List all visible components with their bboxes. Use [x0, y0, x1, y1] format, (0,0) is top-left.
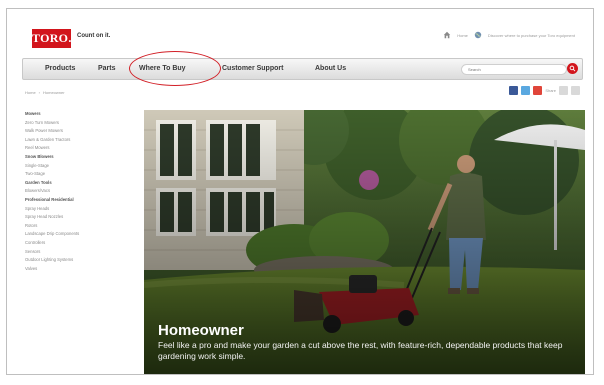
facebook-icon[interactable]: [509, 86, 519, 95]
hero-title: Homeowner: [158, 322, 244, 339]
sidebar-link[interactable]: Two-Stage: [25, 170, 137, 179]
sidebar-link[interactable]: Controllers: [25, 239, 137, 248]
nav-products[interactable]: Products: [45, 65, 75, 72]
breadcrumb: Home › Homeowner: [25, 90, 65, 95]
nav-customer-support[interactable]: Customer Support: [222, 65, 283, 72]
toro-logo[interactable]: TORO.: [32, 29, 71, 48]
home-icon[interactable]: [443, 31, 451, 39]
sidebar-link[interactable]: Lawn & Garden Tractors: [25, 136, 137, 145]
sidebar-nav: Mowers Zero Turn Mowers Walk Power Mowers L…: [25, 110, 137, 273]
email-icon[interactable]: [559, 86, 568, 95]
browser-page: TORO. Count on it. Home Discover where t…: [6, 8, 594, 375]
sidebar-link[interactable]: Landscape Drip Components: [25, 230, 137, 239]
sidebar-link[interactable]: Spray Head Nozzles: [25, 213, 137, 222]
hero-description: Feel like a pro and make your garden a c…: [158, 340, 563, 361]
brand-tagline: Count on it.: [77, 33, 111, 39]
print-icon[interactable]: [571, 86, 580, 95]
sidebar-link[interactable]: Sensors: [25, 248, 137, 257]
sidebar-link[interactable]: Reel Mowers: [25, 144, 137, 153]
breadcrumb-current: Homeowner: [43, 90, 65, 95]
home-link[interactable]: Home: [457, 33, 468, 38]
search-icon: [569, 65, 576, 72]
sidebar-link[interactable]: Walk Power Mowers: [25, 127, 137, 136]
hero-banner: Homeowner Feel like a pro and make your …: [144, 110, 585, 374]
breadcrumb-separator: ›: [38, 90, 41, 95]
addthis-icon[interactable]: [533, 86, 543, 95]
nav-where-to-buy[interactable]: Where To Buy: [139, 65, 186, 72]
sidebar-category[interactable]: Snow Blowers: [25, 153, 137, 162]
sidebar-link[interactable]: Spray Heads: [25, 205, 137, 214]
sidebar-category[interactable]: Garden Tools: [25, 179, 137, 188]
breadcrumb-home[interactable]: Home: [25, 90, 36, 95]
share-label[interactable]: Share: [545, 88, 556, 93]
twitter-icon[interactable]: [521, 86, 531, 95]
sidebar-link[interactable]: Single-Stage: [25, 162, 137, 171]
search-input[interactable]: [461, 64, 567, 75]
nav-about-us[interactable]: About Us: [315, 65, 346, 72]
sidebar-link[interactable]: Blowers/Vacs: [25, 187, 137, 196]
utility-links: Home Discover where to purchase your Tor…: [443, 31, 575, 39]
site-header: TORO. Count on it. Home Discover where t…: [7, 9, 593, 55]
main-nav: Products Parts Where To Buy Customer Sup…: [22, 58, 583, 80]
sidebar-category[interactable]: Mowers: [25, 110, 137, 119]
nav-parts[interactable]: Parts: [98, 65, 116, 72]
share-bar: Share: [509, 86, 580, 95]
sidebar-link[interactable]: Rotors: [25, 222, 137, 231]
sidebar-category[interactable]: Professional Residential: [25, 196, 137, 205]
dealer-locator-link[interactable]: Discover where to purchase your Toro equ…: [488, 33, 575, 38]
sidebar-link[interactable]: Zero Turn Mowers: [25, 119, 137, 128]
sidebar-link[interactable]: Valves: [25, 265, 137, 274]
sidebar-link[interactable]: Outdoor Lighting Systems: [25, 256, 137, 265]
globe-icon: [474, 31, 482, 39]
search-button[interactable]: [567, 63, 578, 74]
